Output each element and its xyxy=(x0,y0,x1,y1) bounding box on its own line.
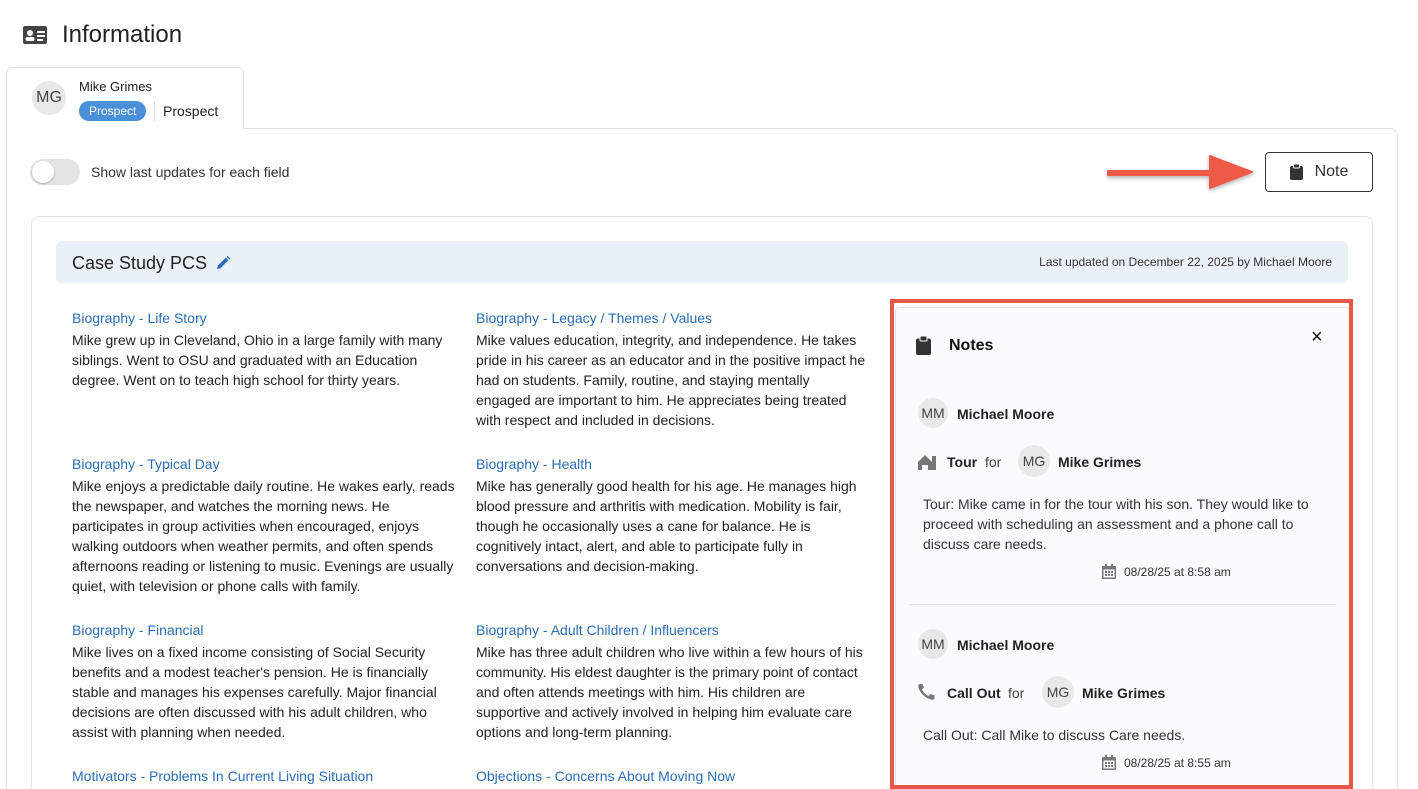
show-updates-label: Show last updates for each field xyxy=(91,164,290,180)
page-title: Information xyxy=(62,21,183,48)
field-label: Biography - Adult Children / Influencers xyxy=(476,622,719,638)
field-value: Mike values education, integrity, and in… xyxy=(476,332,866,428)
field-legacy-values: Biography - Legacy / Themes / Values Mik… xyxy=(476,308,866,430)
id-card-icon xyxy=(23,26,47,44)
field-label: Biography - Legacy / Themes / Values xyxy=(476,310,713,326)
toggle-knob xyxy=(32,161,54,183)
field-label: Biography - Life Story xyxy=(72,310,207,326)
field-value: Mike grew up in Cleveland, Ohio in a lar… xyxy=(72,332,443,388)
field-typical-day: Biography - Typical Day Mike enjoys a pr… xyxy=(72,454,462,596)
field-motivators: Motivators - Problems In Current Living … xyxy=(72,766,462,786)
field-health: Biography - Health Mike has generally go… xyxy=(476,454,866,576)
annotation-highlight-box xyxy=(890,299,1353,789)
case-study-title: Case Study PCS xyxy=(72,253,208,273)
field-label: Objections - Concerns About Moving Now xyxy=(476,768,736,784)
contact-avatar: MG xyxy=(32,81,66,115)
badge-divider xyxy=(154,101,155,121)
field-objections: Objections - Concerns About Moving Now xyxy=(476,766,866,786)
edit-pencil-icon[interactable] xyxy=(216,256,230,270)
show-updates-toggle[interactable] xyxy=(30,159,80,185)
field-label: Motivators - Problems In Current Living … xyxy=(72,768,374,784)
show-updates-toggle-row: Show last updates for each field xyxy=(30,159,289,185)
field-value: Mike has three adult children who live w… xyxy=(476,644,863,740)
field-label: Biography - Health xyxy=(476,456,592,472)
field-label: Biography - Typical Day xyxy=(72,456,220,472)
clipboard-icon xyxy=(1289,164,1303,180)
field-value: Mike lives on a fixed income consisting … xyxy=(72,644,437,740)
last-updated-text: Last updated on December 22, 2025 by Mic… xyxy=(1039,255,1332,269)
note-button[interactable]: Note xyxy=(1265,152,1373,192)
case-study-header: Case Study PCS Last updated on December … xyxy=(56,241,1348,283)
field-financial: Biography - Financial Mike lives on a fi… xyxy=(72,620,462,742)
contact-name: Mike Grimes xyxy=(79,79,152,94)
field-value: Mike has generally good health for his a… xyxy=(476,478,857,574)
contact-status: Prospect xyxy=(163,103,219,119)
note-button-label: Note xyxy=(1314,163,1349,180)
contact-tab[interactable]: MG Mike Grimes Prospect Prospect xyxy=(6,67,244,129)
field-value: Mike enjoys a predictable daily routine.… xyxy=(72,478,455,594)
page-header: Information xyxy=(22,20,182,50)
field-life-story: Biography - Life Story Mike grew up in C… xyxy=(72,308,462,390)
annotation-arrow xyxy=(1107,155,1253,189)
prospect-badge: Prospect xyxy=(79,101,147,121)
field-adult-children: Biography - Adult Children / Influencers… xyxy=(476,620,866,742)
field-label: Biography - Financial xyxy=(72,622,204,638)
